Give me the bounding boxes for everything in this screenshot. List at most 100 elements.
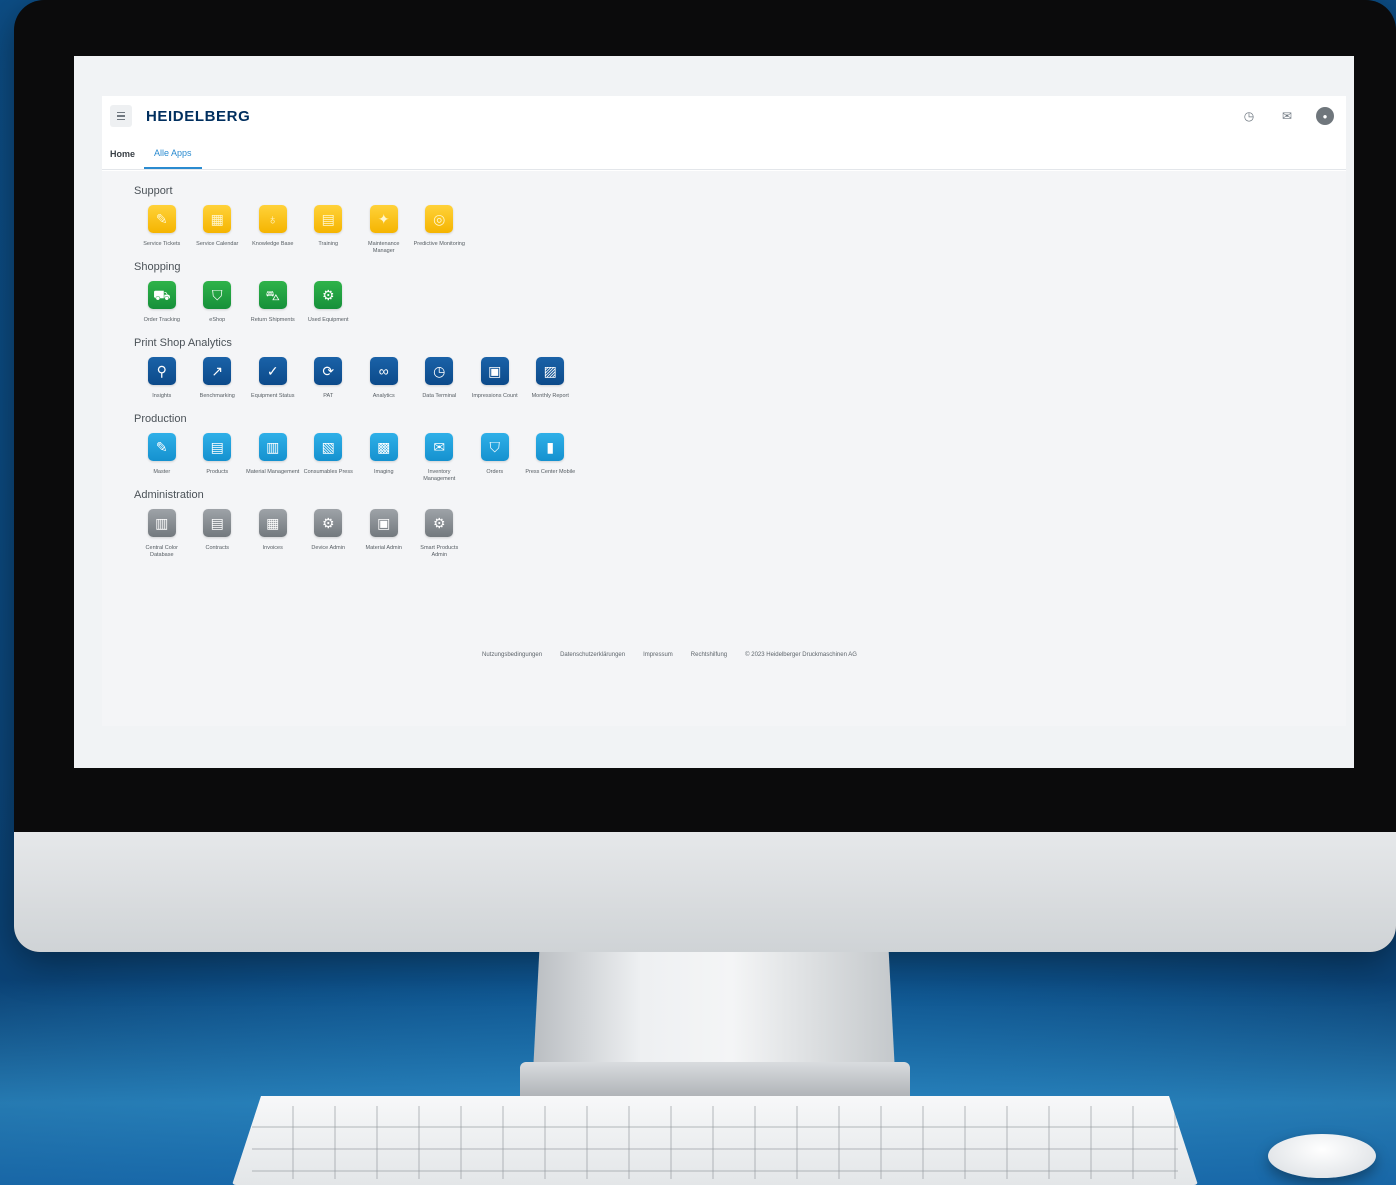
- app-tile[interactable]: ▦ Invoices: [245, 509, 301, 559]
- app-tile[interactable]: ▦ Service Calendar: [190, 205, 246, 255]
- app-tile-row: ✎ Service Tickets ▦ Service Calendar ♁ Knowle…: [134, 205, 1346, 255]
- app-tile[interactable]: ⚙ Device Admin: [301, 509, 357, 559]
- mouse: [1268, 1134, 1376, 1178]
- app-tile[interactable]: ▥ Central Color Database: [134, 509, 190, 559]
- app-tile-label: Order Tracking: [143, 317, 180, 323]
- footer-link-legal[interactable]: Rechtshilfung: [691, 652, 727, 658]
- section-title: Production: [134, 413, 187, 425]
- app-tile[interactable]: ⚙ Smart Products Admin: [412, 509, 468, 559]
- products-icon: ▤: [203, 433, 232, 461]
- hamburger-icon[interactable]: [110, 105, 132, 127]
- mobile-icon: ▮: [536, 433, 565, 461]
- ticket-icon: ✎: [147, 205, 176, 233]
- app-tile[interactable]: ◎ Predictive Monitoring: [412, 205, 468, 255]
- contracts-icon: ▤: [203, 509, 232, 537]
- app-tile-label: Monthly Report: [531, 393, 569, 399]
- app-tile-label: Service Calendar: [196, 241, 239, 247]
- section-title: Print Shop Analytics: [134, 337, 232, 349]
- app-tile[interactable]: ∞ Analytics: [356, 357, 412, 407]
- app-tile[interactable]: ↗ Benchmarking: [190, 357, 246, 407]
- app-tile[interactable]: ⛉ eShop: [190, 281, 246, 331]
- app-tile-label: PAT: [323, 393, 334, 399]
- app-tile[interactable]: ⛍ Return Shipments: [245, 281, 301, 331]
- app-tile[interactable]: ▧ Consumables Press: [301, 433, 357, 483]
- invoice-icon: ▦: [258, 509, 287, 537]
- section-title: Support: [134, 185, 173, 197]
- footer-link-imprint[interactable]: Impressum: [643, 652, 673, 658]
- tab-home[interactable]: Home: [108, 149, 144, 169]
- monitoring-icon: ◎: [425, 205, 454, 233]
- app-tile[interactable]: ✉ Inventory Management: [412, 433, 468, 483]
- app-tile[interactable]: ▣ Material Admin: [356, 509, 412, 559]
- mail-icon[interactable]: ✉: [1278, 107, 1296, 125]
- app-tile-label: Contracts: [205, 545, 230, 551]
- app-tile[interactable]: ⚙ Used Equipment: [301, 281, 357, 331]
- app-tile[interactable]: ▥ Material Management: [245, 433, 301, 483]
- app-tile[interactable]: ⛟ Order Tracking: [134, 281, 190, 331]
- training-icon: ▤: [314, 205, 343, 233]
- app-tile-label: Insights: [152, 393, 172, 399]
- app-tile-label: Benchmarking: [199, 393, 235, 399]
- app-tile-label: Material Management: [246, 469, 300, 475]
- app-tile-label: Predictive Monitoring: [413, 241, 465, 247]
- app-tile[interactable]: ✦ Maintenance Manager: [356, 205, 412, 255]
- help-icon[interactable]: ◷: [1240, 107, 1258, 125]
- monitor-screen: HEIDELBERG ◷ ✉ ● Home Alle Apps Support ✎…: [74, 56, 1354, 768]
- app-tile[interactable]: ▩ Imaging: [356, 433, 412, 483]
- section-title: Administration: [134, 489, 204, 501]
- insights-icon: ⚲: [147, 357, 176, 385]
- app-tile[interactable]: ◷ Data Terminal: [412, 357, 468, 407]
- app-tile[interactable]: ▨ Monthly Report: [523, 357, 579, 407]
- return-icon: ⛍: [258, 281, 287, 309]
- benchmark-icon: ↗: [203, 357, 232, 385]
- timer-icon: ◷: [425, 357, 454, 385]
- app-tile[interactable]: ⛉ Orders: [467, 433, 523, 483]
- tab-bar: Home Alle Apps: [102, 136, 1346, 170]
- app-tile-label: Impressions Count: [471, 393, 518, 399]
- monitor-chin: [14, 832, 1396, 952]
- app-tile-label: Data Terminal: [422, 393, 457, 399]
- material-admin-icon: ▣: [369, 509, 398, 537]
- footer: Nutzungsbedingungen Datenschutzerklärung…: [482, 652, 857, 658]
- app-tile-label: Orders: [486, 469, 504, 475]
- truck-icon: ⛟: [147, 281, 176, 309]
- color-db-icon: ▥: [147, 509, 176, 537]
- app-tile-label: Service Tickets: [143, 241, 181, 247]
- app-tile[interactable]: ⟳ PAT: [301, 357, 357, 407]
- brand-logo[interactable]: HEIDELBERG: [146, 108, 250, 125]
- cart-icon: ⛉: [203, 281, 232, 309]
- device-icon: ⚙: [314, 509, 343, 537]
- top-bar: HEIDELBERG ◷ ✉ ●: [102, 96, 1346, 136]
- footer-link-terms[interactable]: Nutzungsbedingungen: [482, 652, 542, 658]
- app-tile[interactable]: ▤ Training: [301, 205, 357, 255]
- imaging-icon: ▩: [369, 433, 398, 461]
- app-tile-row: ▥ Central Color Database ▤ Contracts ▦ Invoic…: [134, 509, 1346, 559]
- apps-content: Support ✎ Service Tickets ▦ Service Calendar…: [102, 171, 1346, 726]
- avatar-icon[interactable]: ●: [1316, 107, 1334, 125]
- footer-link-privacy[interactable]: Datenschutzerklärungen: [560, 652, 625, 658]
- status-icon: ✓: [258, 357, 287, 385]
- report-icon: ▨: [536, 357, 565, 385]
- orders-icon: ⛉: [480, 433, 509, 461]
- app-tile-label: Invoices: [262, 545, 283, 551]
- app-tile-row: ⚲ Insights ↗ Benchmarking ✓ Equipment Status ⟳…: [134, 357, 1346, 407]
- app-tile-row: ✎ Master ▤ Products ▥ Material Management ▧ Con…: [134, 433, 1346, 483]
- app-tile[interactable]: ✓ Equipment Status: [245, 357, 301, 407]
- master-icon: ✎: [147, 433, 176, 461]
- app-tile[interactable]: ♁ Knowledge Base: [245, 205, 301, 255]
- app-tile-label: Master: [153, 469, 171, 475]
- app-tile[interactable]: ⚲ Insights: [134, 357, 190, 407]
- footer-copyright: © 2023 Heidelberger Druckmaschinen AG: [745, 652, 857, 658]
- app-tile[interactable]: ▣ Impressions Count: [467, 357, 523, 407]
- tab-all-apps[interactable]: Alle Apps: [144, 148, 202, 169]
- app-tile[interactable]: ▮ Press Center Mobile: [523, 433, 579, 483]
- app-tile-label: Maintenance Manager: [368, 241, 400, 254]
- section-title: Shopping: [134, 261, 181, 273]
- app-tile[interactable]: ▤ Products: [190, 433, 246, 483]
- app-tile[interactable]: ✎ Service Tickets: [134, 205, 190, 255]
- material-icon: ▥: [258, 433, 287, 461]
- app-tile[interactable]: ▤ Contracts: [190, 509, 246, 559]
- lightbulb-icon: ♁: [258, 205, 287, 233]
- smart-products-icon: ⚙: [425, 509, 454, 537]
- app-tile[interactable]: ✎ Master: [134, 433, 190, 483]
